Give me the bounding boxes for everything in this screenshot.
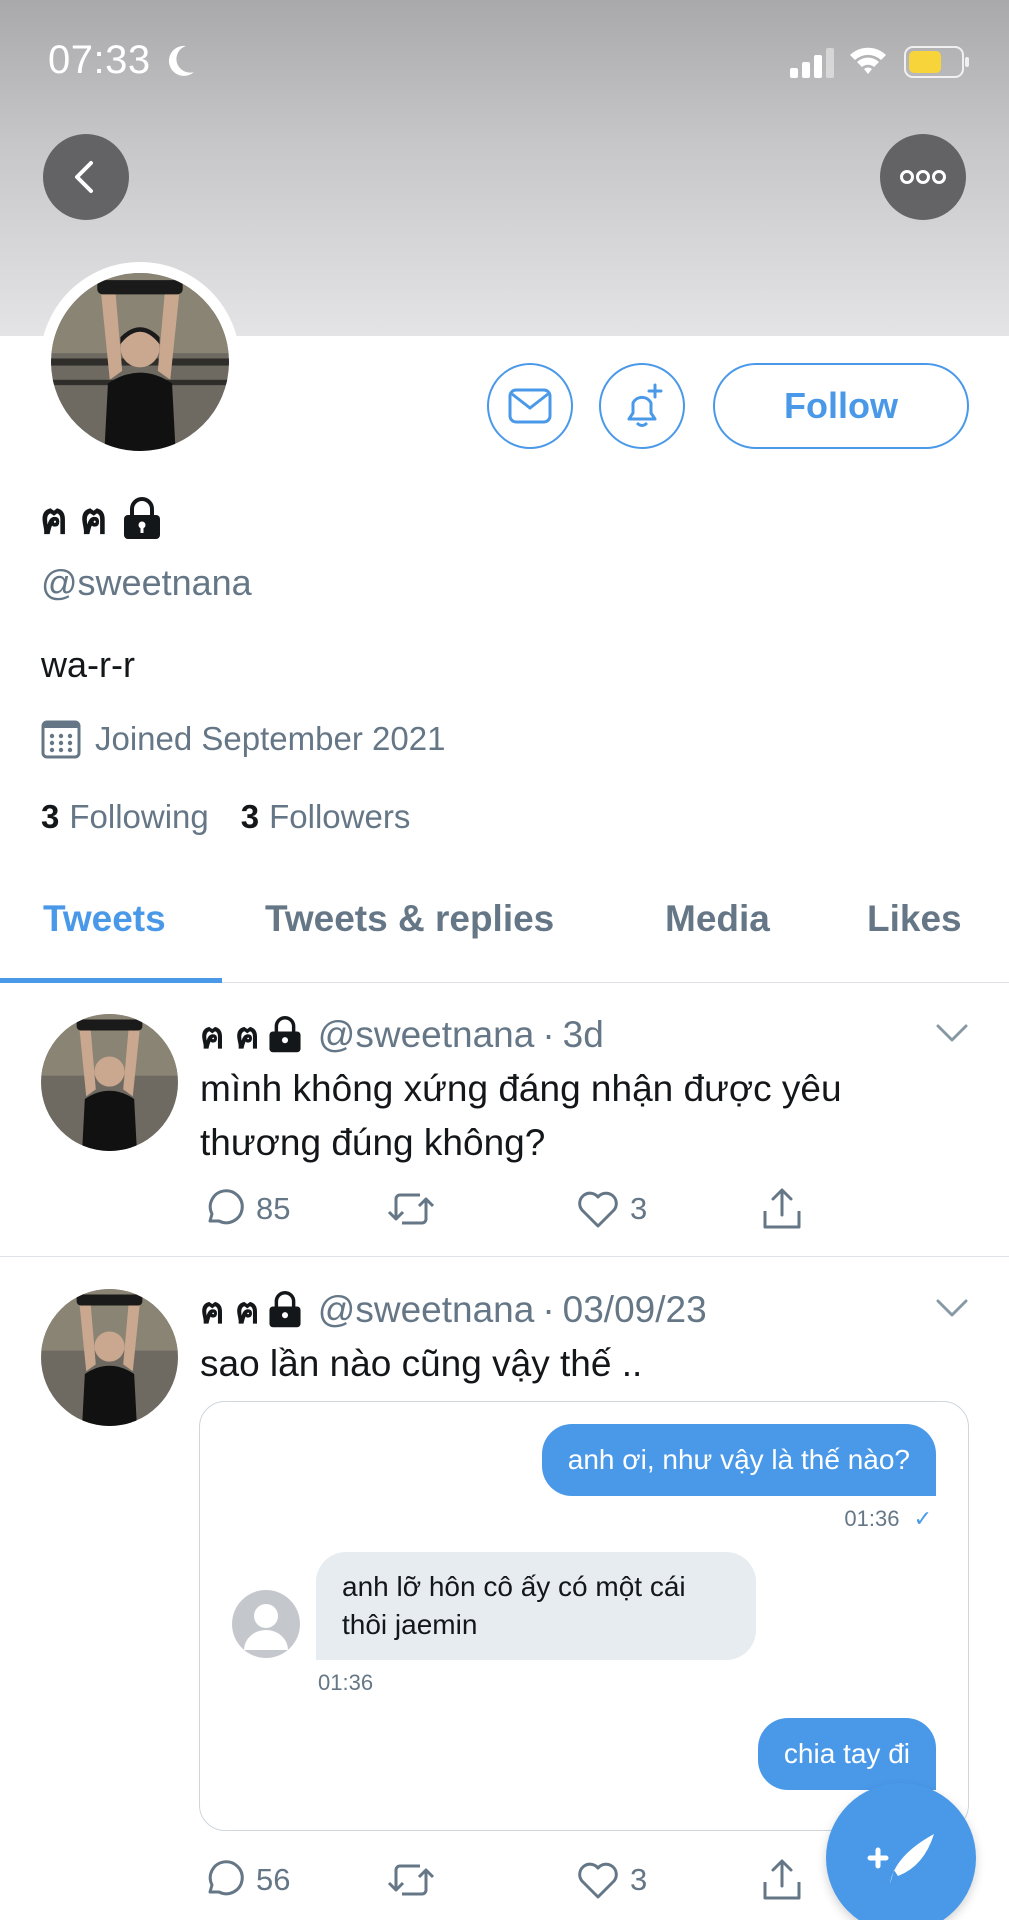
lock-icon <box>269 1016 301 1053</box>
followers-link[interactable]: 3 Followers <box>241 798 411 836</box>
retweet-button[interactable] <box>386 1855 446 1905</box>
share-button[interactable] <box>760 1184 804 1234</box>
compose-icon <box>867 1834 934 1884</box>
signal-icon <box>790 48 834 78</box>
reply-icon <box>208 1189 244 1225</box>
profile-handle: @sweetnana <box>41 562 252 603</box>
like-button[interactable]: 3 <box>576 1184 647 1234</box>
follow-button[interactable]: Follow <box>713 363 969 449</box>
joined-date: Joined September 2021 <box>41 716 445 762</box>
status-bar: 07:33 <box>0 0 1009 120</box>
tweet-time: 03/09/23 <box>562 1289 707 1330</box>
notifications-button[interactable] <box>599 363 685 449</box>
display-name: ฅ ฅ <box>40 494 164 544</box>
tweet-media-chat[interactable]: anh ơi, như vậy là thế nào? 01:36 ✓ anh … <box>199 1401 969 1831</box>
like-icon <box>578 1191 618 1228</box>
tweet-avatar[interactable] <box>41 1014 178 1151</box>
chevron-down-icon[interactable] <box>935 1297 969 1319</box>
bell-plus-icon <box>627 383 663 427</box>
tab-likes[interactable]: Likes <box>867 898 962 940</box>
chat-bubble-outgoing: chia tay đi <box>757 1718 936 1790</box>
battery-icon <box>904 46 969 78</box>
tab-tweets[interactable]: Tweets <box>43 898 166 940</box>
active-tab-indicator <box>0 978 222 983</box>
message-button[interactable] <box>487 363 573 449</box>
compose-tweet-button[interactable] <box>826 1783 976 1920</box>
display-name-text: ฅ ฅ <box>40 495 108 542</box>
joined-text: Joined September 2021 <box>95 720 446 757</box>
calendar-icon <box>41 720 81 759</box>
tweet-separator: · <box>542 1289 555 1330</box>
tab-tweets-replies[interactable]: Tweets & replies <box>265 898 554 940</box>
tweet-author[interactable]: ฅ ฅ <box>200 1006 304 1065</box>
wifi-icon <box>850 47 886 74</box>
chat-bubble-outgoing: anh ơi, như vậy là thế nào? <box>541 1424 936 1496</box>
reply-icon <box>208 1860 244 1896</box>
retweet-icon <box>387 1864 435 1896</box>
share-icon <box>763 1859 801 1900</box>
tweet-text: sao lần nào cũng vậy thế .. <box>200 1343 643 1384</box>
following-link[interactable]: 3 Following <box>41 798 209 836</box>
retweet-icon <box>387 1193 435 1225</box>
tweet-time: 3d <box>562 1014 604 1055</box>
chat-avatar <box>232 1590 300 1658</box>
tweet-actions: 56 3 <box>200 1855 900 1905</box>
tweet[interactable]: ฅ ฅ @sweetnana · 3d mình không xứng đáng… <box>0 984 1009 1256</box>
tweet-handle: @sweetnana <box>317 1289 535 1330</box>
status-time: 07:33 <box>48 38 151 82</box>
follow-counts: 3 Following 3 Followers <box>41 798 410 836</box>
read-check-icon: ✓ <box>913 1506 932 1531</box>
profile-avatar[interactable] <box>51 273 229 451</box>
reply-button[interactable]: 56 <box>202 1855 290 1905</box>
tweet-handle: @sweetnana <box>317 1014 535 1055</box>
chat-bubble-incoming: anh lỡ hôn cô ấy có một cái thôi jaemin <box>316 1552 756 1660</box>
tab-media[interactable]: Media <box>665 898 770 940</box>
mail-icon <box>508 388 552 424</box>
lock-icon <box>269 1291 301 1328</box>
tweet-author[interactable]: ฅ ฅ <box>200 1281 304 1340</box>
profile-bio: wa-r-r <box>41 644 135 685</box>
like-icon <box>578 1862 618 1899</box>
like-button[interactable]: 3 <box>576 1855 647 1905</box>
tweet-header: ฅ ฅ @sweetnana · 03/09/23 <box>200 1287 707 1333</box>
chat-time: 01:36 ✓ <box>844 1506 932 1531</box>
tweet-header: ฅ ฅ @sweetnana · 3d <box>200 1012 604 1058</box>
chevron-down-icon[interactable] <box>935 1022 969 1044</box>
more-options-button[interactable] <box>880 134 966 220</box>
retweet-button[interactable] <box>386 1184 446 1234</box>
share-button[interactable] <box>760 1855 804 1905</box>
reply-button[interactable]: 85 <box>202 1184 290 1234</box>
tweet-separator: · <box>542 1014 555 1055</box>
tweet-avatar[interactable] <box>41 1289 178 1426</box>
back-icon <box>75 161 93 193</box>
back-button[interactable] <box>43 134 129 220</box>
moon-icon <box>168 45 194 76</box>
profile-tabs: Tweets Tweets & replies Media Likes <box>0 880 1009 983</box>
share-icon <box>763 1188 801 1229</box>
more-icon <box>900 170 946 184</box>
tweet-text: mình không xứng đáng nhận được yêu thươn… <box>200 1068 842 1163</box>
tweet-actions: 85 3 <box>200 1184 900 1234</box>
chat-time: 01:36 <box>318 1670 374 1695</box>
lock-icon <box>123 497 160 539</box>
